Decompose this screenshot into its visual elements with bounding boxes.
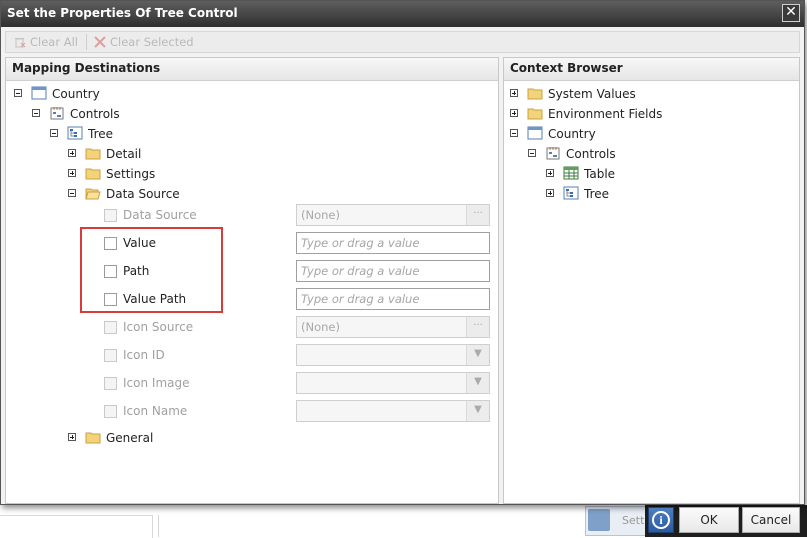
dialog-title: Set the Properties Of Tree Control: [7, 6, 238, 20]
value-path-placeholder: Type or drag a value: [301, 292, 420, 306]
expand-icon[interactable]: [510, 109, 518, 117]
dialog-titlebar: Set the Properties Of Tree Control ✕: [1, 1, 804, 27]
collapse-icon[interactable]: [50, 129, 58, 137]
expand-icon[interactable]: [68, 169, 76, 177]
clear-all-label: Clear All: [30, 35, 78, 49]
tree-label-settings: Settings: [106, 167, 156, 181]
property-row-icon-name: Icon Name ▼: [102, 400, 494, 424]
icon-image-checkbox[interactable]: [104, 377, 117, 390]
clear-selected-label: Clear Selected: [110, 35, 194, 49]
folder-icon: [527, 88, 543, 100]
context-browser-header: Context Browser: [504, 58, 799, 81]
context-label-system-values: System Values: [548, 87, 636, 101]
icon-source-value: (None): [301, 320, 340, 334]
tree-label-country: Country: [52, 87, 100, 101]
ok-button[interactable]: OK: [679, 507, 739, 533]
icon-name-label: Icon Name: [123, 404, 188, 418]
folder-icon: [85, 432, 101, 444]
clear-all-icon: [15, 38, 26, 48]
controls-icon: [546, 147, 560, 160]
folder-icon: [85, 148, 101, 160]
chevron-down-icon[interactable]: ▼: [466, 345, 489, 365]
folder-icon: [85, 168, 101, 180]
value-path-input[interactable]: Type or drag a value: [296, 288, 490, 310]
tree-label-controls: Controls: [70, 107, 120, 121]
icon-source-field[interactable]: (None) ···: [296, 316, 490, 338]
expand-icon[interactable]: [510, 89, 518, 97]
info-button[interactable]: i: [648, 507, 674, 533]
table-icon: [563, 166, 579, 180]
path-placeholder: Type or drag a value: [301, 264, 420, 278]
icon-id-dropdown[interactable]: ▼: [296, 344, 490, 366]
context-label-controls: Controls: [566, 147, 616, 161]
toolbar: Clear All Clear Selected: [5, 31, 800, 53]
collapse-icon[interactable]: [528, 149, 536, 157]
close-icon[interactable]: ✕: [782, 4, 800, 22]
chevron-down-icon[interactable]: ▼: [466, 373, 489, 393]
tree-label-detail: Detail: [106, 147, 142, 161]
folder-icon: [527, 108, 543, 120]
icon-source-label: Icon Source: [123, 320, 194, 334]
clear-selected-button[interactable]: Clear Selected: [94, 35, 194, 49]
clear-selected-icon: [94, 36, 106, 48]
property-row-icon-source: Icon Source (None) ···: [102, 316, 494, 340]
tree-label-data-source: Data Source: [106, 187, 180, 201]
collapse-icon[interactable]: [510, 129, 518, 137]
property-row-data-source: Data Source (None) ···: [102, 204, 494, 228]
cancel-button[interactable]: Cancel: [742, 507, 800, 533]
form-icon: [31, 86, 47, 100]
controls-icon: [50, 107, 64, 120]
background-panel: [0, 515, 153, 538]
mapping-destinations-header: Mapping Destinations: [6, 58, 498, 81]
collapse-icon[interactable]: [14, 89, 22, 97]
background-settings-label: Sett: [622, 514, 645, 527]
property-row-icon-id: Icon ID ▼: [102, 344, 494, 368]
context-label-table: Table: [584, 167, 616, 181]
icon-id-checkbox[interactable]: [104, 349, 117, 362]
data-source-checkbox[interactable]: [104, 209, 117, 222]
expand-icon[interactable]: [68, 433, 76, 441]
properties-dialog: Set the Properties Of Tree Control ✕ Cle…: [0, 0, 805, 505]
icon-name-dropdown[interactable]: ▼: [296, 400, 490, 422]
chevron-down-icon[interactable]: ▼: [466, 401, 489, 421]
expand-icon[interactable]: [546, 189, 554, 197]
path-input[interactable]: Type or drag a value: [296, 260, 490, 282]
ellipsis-button[interactable]: ···: [466, 205, 489, 225]
expand-icon[interactable]: [546, 169, 554, 177]
context-label-environment-fields: Environment Fields: [548, 107, 663, 121]
background-info-icon: [588, 509, 610, 531]
background-settings-button: Sett: [585, 506, 649, 536]
clear-all-button[interactable]: Clear All: [14, 35, 78, 49]
collapse-icon[interactable]: [32, 109, 40, 117]
ellipsis-button[interactable]: ···: [466, 317, 489, 337]
open-folder-icon: [85, 188, 101, 200]
data-source-field[interactable]: (None) ···: [296, 204, 490, 226]
property-row-icon-image: Icon Image ▼: [102, 372, 494, 396]
tree-control-icon: [563, 186, 579, 200]
form-icon: [527, 126, 543, 140]
context-browser-panel: Context Browser System Values Environmen…: [503, 57, 800, 504]
tree-label-general: General: [106, 431, 154, 445]
background-divider: [158, 515, 159, 537]
expand-icon[interactable]: [68, 149, 76, 157]
data-source-value: (None): [301, 208, 340, 222]
context-label-tree: Tree: [584, 187, 610, 201]
icon-image-dropdown[interactable]: ▼: [296, 372, 490, 394]
highlight-box: [80, 227, 223, 313]
info-icon: i: [652, 511, 670, 529]
tree-control-icon: [67, 126, 83, 140]
collapse-icon[interactable]: [68, 189, 76, 197]
tree-label-tree: Tree: [88, 127, 114, 141]
icon-id-label: Icon ID: [123, 348, 165, 362]
icon-image-label: Icon Image: [123, 376, 190, 390]
context-label-country: Country: [548, 127, 596, 141]
toolbar-divider: [86, 34, 87, 50]
data-source-label: Data Source: [123, 208, 197, 222]
value-input[interactable]: Type or drag a value: [296, 232, 490, 254]
icon-name-checkbox[interactable]: [104, 405, 117, 418]
icon-source-checkbox[interactable]: [104, 321, 117, 334]
value-placeholder: Type or drag a value: [301, 236, 420, 250]
